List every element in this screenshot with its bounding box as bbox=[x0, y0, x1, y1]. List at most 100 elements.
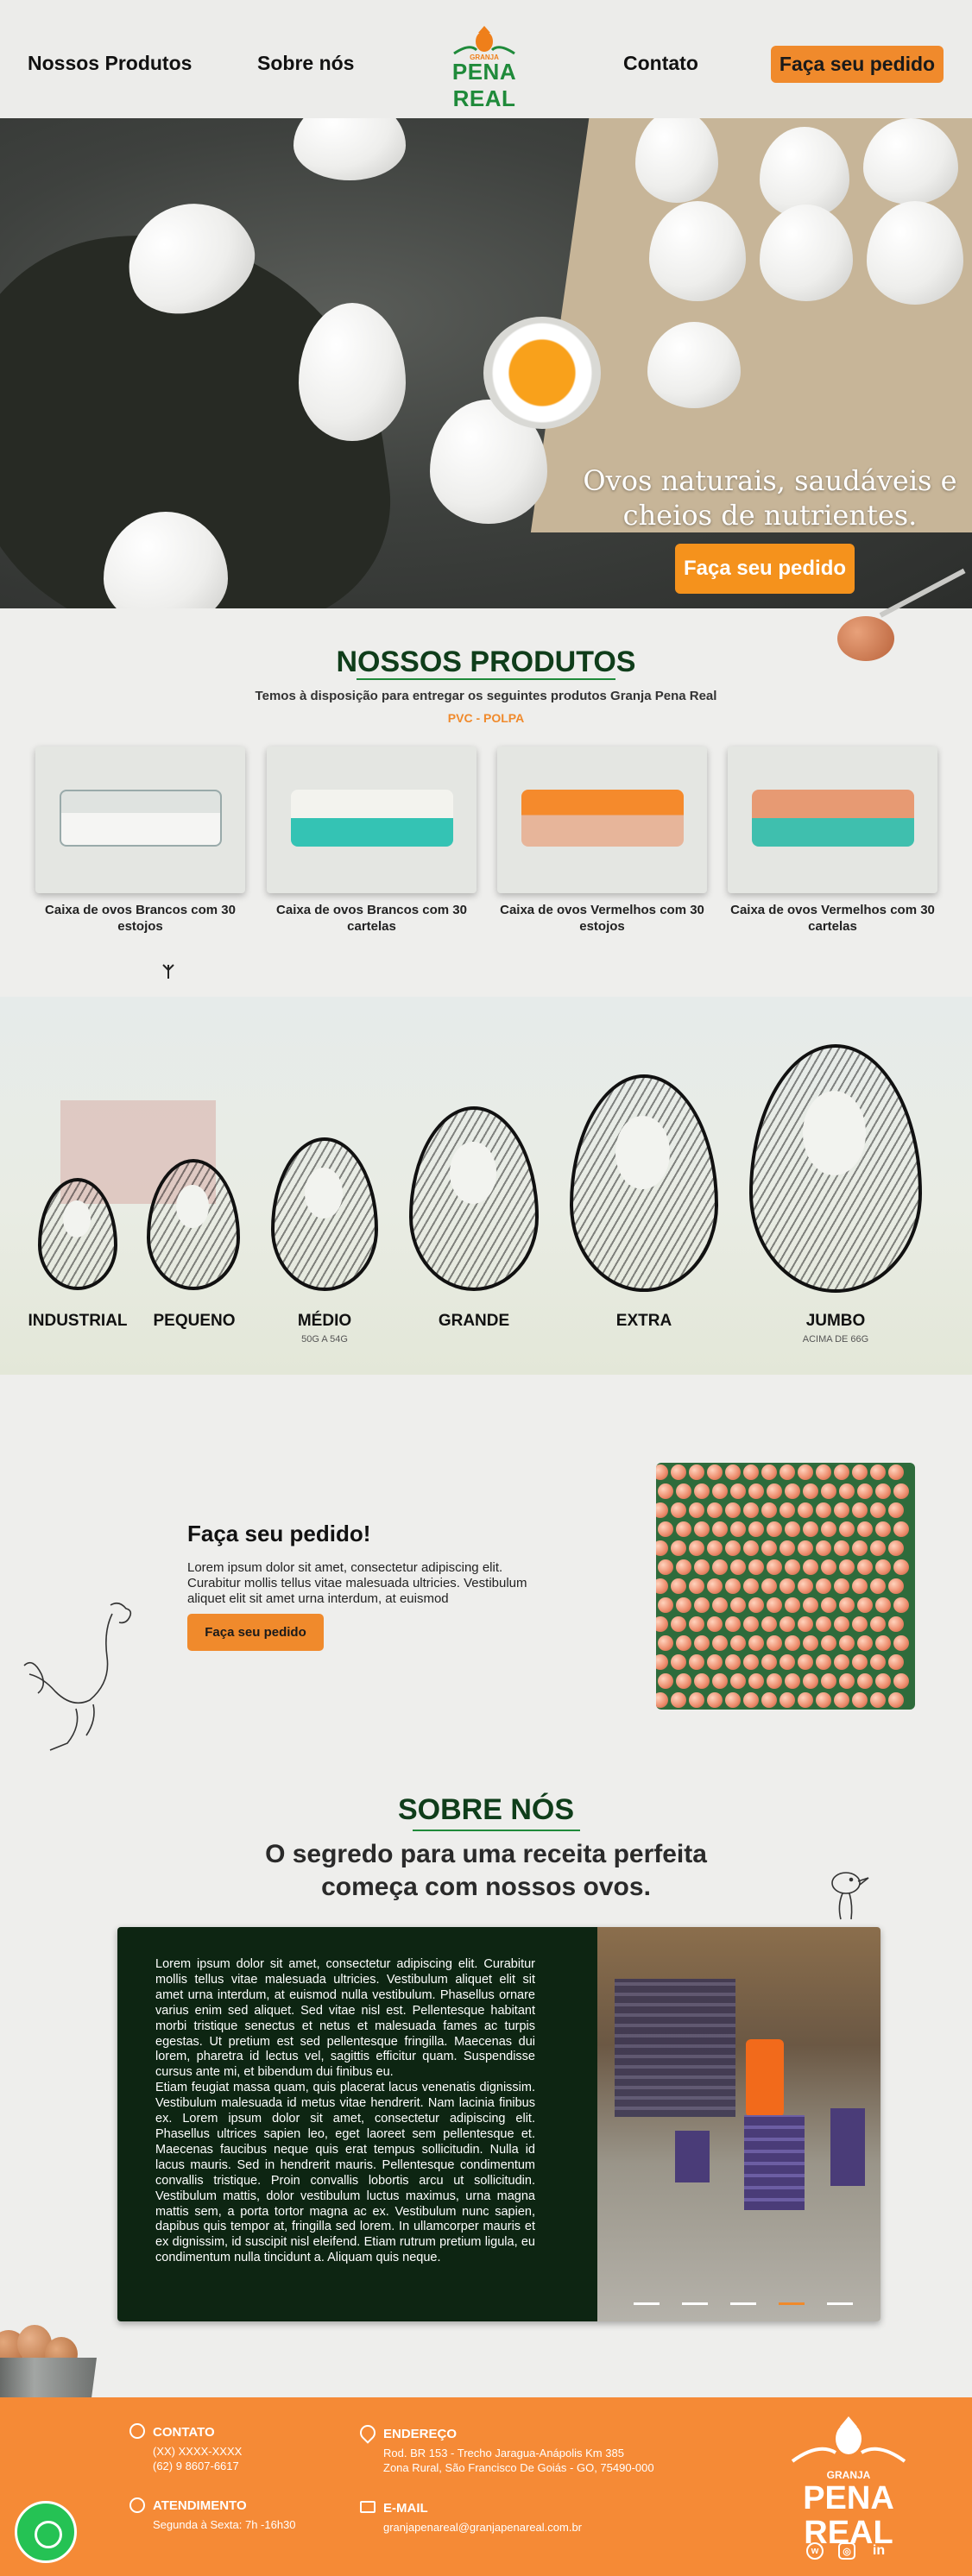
about-title: SOBRE NÓS bbox=[397, 1793, 575, 1826]
egg-in-tray bbox=[730, 1559, 746, 1575]
egg-in-tray bbox=[712, 1673, 728, 1689]
carousel-dot[interactable] bbox=[827, 2302, 853, 2305]
carousel-dot-active[interactable] bbox=[779, 2302, 805, 2305]
mail-icon bbox=[360, 2501, 376, 2513]
egg-in-tray bbox=[671, 1464, 686, 1480]
about-panel: Lorem ipsum dolor sit amet, consectetur … bbox=[117, 1927, 880, 2321]
egg-in-tray bbox=[870, 1540, 886, 1556]
egg-in-tray bbox=[798, 1464, 813, 1480]
header: Nossos Produtos Sobre nós GRANJA PENA RE… bbox=[0, 0, 972, 118]
egg-in-tray bbox=[785, 1673, 800, 1689]
about-title-underline bbox=[413, 1830, 580, 1831]
footer-logo[interactable]: GRANJA PENA REAL bbox=[758, 2413, 939, 2550]
egg-in-tray bbox=[839, 1597, 855, 1613]
hero-yolk bbox=[483, 317, 601, 429]
egg-in-tray bbox=[671, 1578, 686, 1594]
egg-in-tray bbox=[712, 1597, 728, 1613]
egg-in-tray bbox=[712, 1483, 728, 1499]
nav-link-produtos[interactable]: Nossos Produtos bbox=[28, 52, 192, 75]
product-card[interactable] bbox=[728, 746, 937, 893]
egg-in-tray bbox=[798, 1692, 813, 1708]
egg-in-tray bbox=[761, 1578, 777, 1594]
egg-in-tray bbox=[834, 1540, 849, 1556]
egg-in-tray bbox=[798, 1502, 813, 1518]
egg-in-tray bbox=[888, 1540, 904, 1556]
egg-in-tray bbox=[658, 1521, 673, 1537]
egg-in-tray bbox=[712, 1559, 728, 1575]
egg-in-tray bbox=[761, 1502, 777, 1518]
egg-in-tray bbox=[893, 1521, 909, 1537]
egg-in-tray bbox=[834, 1616, 849, 1632]
footer-email-heading: E-MAIL bbox=[383, 2501, 428, 2516]
nav-link-sobre[interactable]: Sobre nós bbox=[257, 52, 354, 75]
phone-icon bbox=[129, 2423, 145, 2439]
egg-in-tray bbox=[707, 1616, 723, 1632]
egg-in-tray bbox=[785, 1483, 800, 1499]
hero-order-button[interactable]: Faça seu pedido bbox=[675, 544, 855, 594]
egg-in-tray bbox=[656, 1502, 668, 1518]
whatsapp-social-icon[interactable]: w bbox=[806, 2542, 824, 2560]
egg-in-tray bbox=[767, 1483, 782, 1499]
egg-in-tray bbox=[839, 1559, 855, 1575]
footer-phone[interactable]: (62) 9 8607-6617 bbox=[153, 2459, 239, 2473]
egg-in-tray bbox=[803, 1559, 818, 1575]
egg-in-tray bbox=[779, 1654, 795, 1670]
egg-in-tray bbox=[656, 1692, 668, 1708]
linkedin-icon[interactable]: in bbox=[870, 2542, 887, 2560]
egg-in-tray bbox=[725, 1692, 741, 1708]
egg-in-tray bbox=[748, 1635, 764, 1651]
egg-in-tray bbox=[798, 1616, 813, 1632]
egg-in-tray bbox=[725, 1502, 741, 1518]
egg-in-tray bbox=[875, 1483, 891, 1499]
egg-in-tray bbox=[875, 1673, 891, 1689]
egg-in-tray bbox=[761, 1464, 777, 1480]
egg-in-tray bbox=[816, 1464, 831, 1480]
header-order-button[interactable]: Faça seu pedido bbox=[771, 46, 944, 83]
egg-in-tray bbox=[893, 1559, 909, 1575]
footer-phone[interactable]: (XX) XXXX-XXXX bbox=[153, 2444, 242, 2459]
egg-in-tray bbox=[839, 1635, 855, 1651]
size-label: EXTRA bbox=[615, 1312, 672, 1330]
egg-in-tray bbox=[656, 1578, 668, 1594]
egg-in-tray bbox=[893, 1673, 909, 1689]
egg-in-tray bbox=[857, 1521, 873, 1537]
chick-icon bbox=[831, 1872, 869, 1920]
egg-in-tray bbox=[852, 1502, 868, 1518]
footer-email[interactable]: granjapenareal@granjapenareal.com.br bbox=[383, 2520, 582, 2535]
product-card[interactable] bbox=[497, 746, 707, 893]
egg-in-tray bbox=[816, 1578, 831, 1594]
size-label: JUMBO bbox=[805, 1312, 866, 1330]
egg-in-tray bbox=[852, 1578, 868, 1594]
egg-in-tray bbox=[748, 1597, 764, 1613]
egg-in-tray bbox=[689, 1540, 704, 1556]
egg-in-tray bbox=[779, 1578, 795, 1594]
whatsapp-float-button[interactable] bbox=[15, 2501, 77, 2563]
egg-in-tray bbox=[779, 1540, 795, 1556]
about-paragraph: Etiam feugiat massa quam, quis placerat … bbox=[155, 2081, 535, 2265]
egg-in-tray bbox=[676, 1521, 691, 1537]
egg-in-tray bbox=[707, 1502, 723, 1518]
order-button[interactable]: Faça seu pedido bbox=[187, 1614, 324, 1651]
egg-in-tray bbox=[785, 1559, 800, 1575]
instagram-icon[interactable]: ◎ bbox=[838, 2542, 855, 2560]
logo[interactable]: GRANJA PENA REAL bbox=[428, 24, 540, 111]
product-image bbox=[60, 790, 222, 847]
product-image bbox=[291, 790, 453, 847]
product-card[interactable] bbox=[35, 746, 245, 893]
egg-in-tray bbox=[743, 1616, 759, 1632]
carousel-dot[interactable] bbox=[682, 2302, 708, 2305]
egg-in-tray bbox=[761, 1616, 777, 1632]
nav-link-contato[interactable]: Contato bbox=[623, 52, 698, 75]
egg-in-tray bbox=[676, 1483, 691, 1499]
egg-in-tray bbox=[852, 1692, 868, 1708]
footer-logo-granja: GRANJA bbox=[826, 2469, 871, 2481]
product-card[interactable] bbox=[267, 746, 477, 893]
egg-in-tray bbox=[779, 1616, 795, 1632]
egg-in-tray bbox=[816, 1502, 831, 1518]
products-subtitle: Temos à disposição para entregar os segu… bbox=[255, 689, 717, 703]
carousel-dot[interactable] bbox=[634, 2302, 660, 2305]
egg-in-tray bbox=[834, 1654, 849, 1670]
egg-in-tray bbox=[785, 1521, 800, 1537]
egg-in-tray bbox=[870, 1578, 886, 1594]
carousel-dot[interactable] bbox=[730, 2302, 756, 2305]
